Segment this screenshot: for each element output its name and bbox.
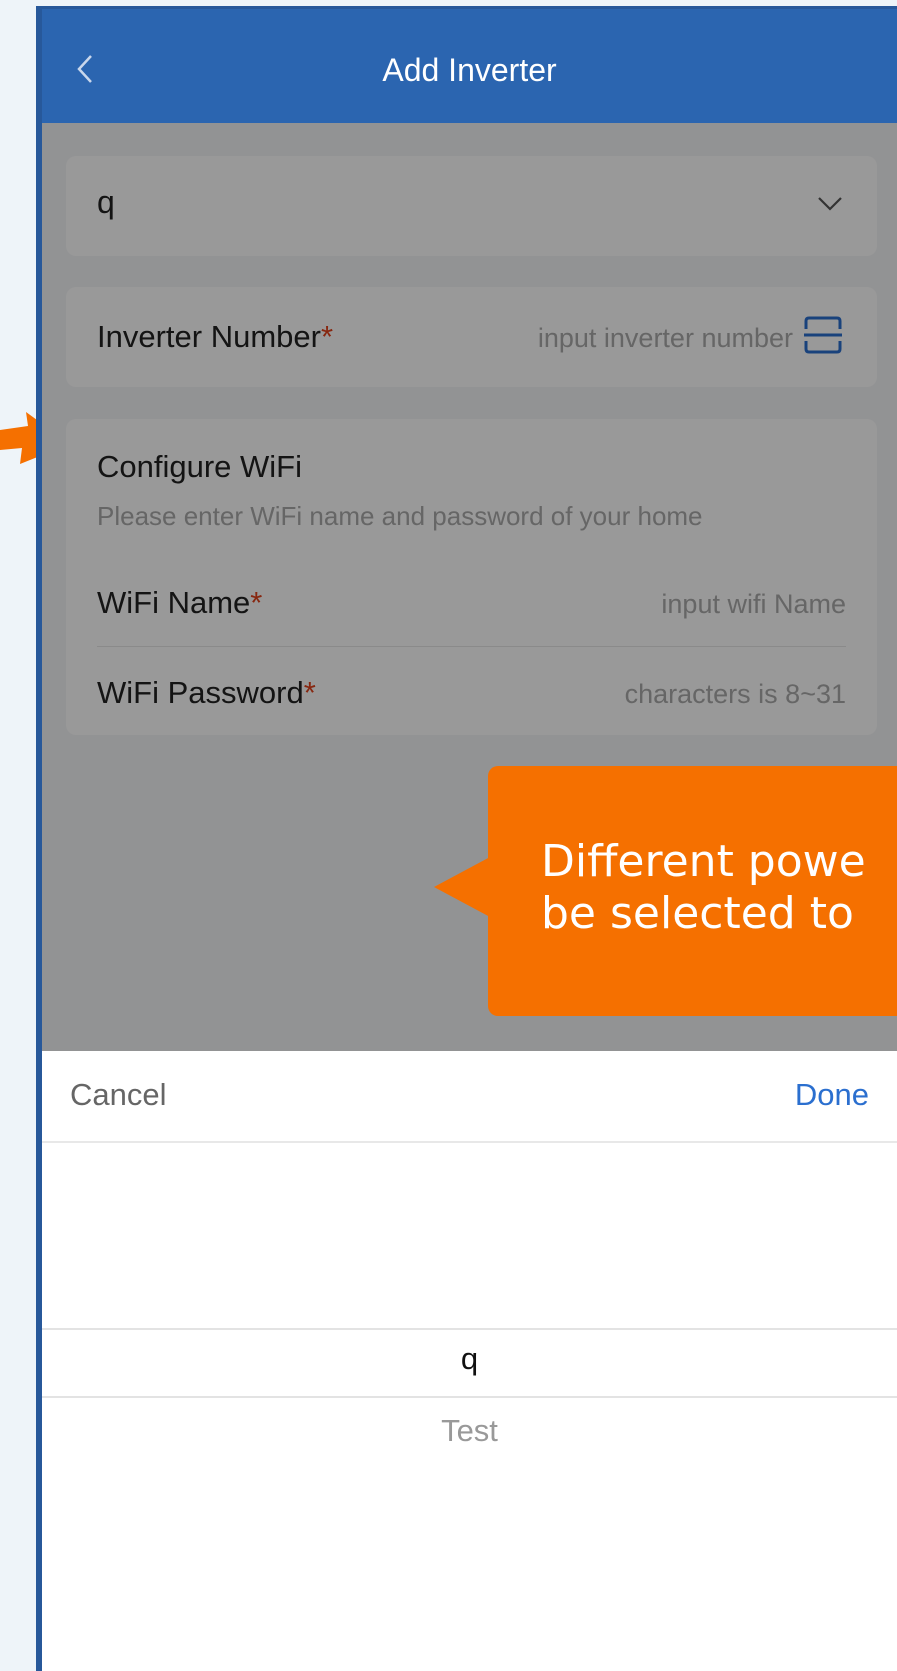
picker-option[interactable]: Test	[42, 1413, 897, 1449]
picker-option-selected[interactable]: q	[42, 1341, 897, 1377]
picker-sheet: Cancel Done q Test	[42, 1051, 897, 1671]
picker-selection-bottom	[42, 1396, 897, 1398]
callout-line-1: Different powe	[541, 836, 866, 887]
page-title: Add Inverter	[382, 52, 557, 88]
callout-text: Different powe be selected to	[541, 836, 897, 940]
callout-pointer	[434, 857, 490, 917]
callout-line-2: be selected to	[541, 888, 854, 939]
picker-toolbar: Cancel Done	[42, 1051, 897, 1143]
app-screen: Add Inverter q Inverter Number* input in…	[36, 6, 897, 1671]
navigation-bar: Add Inverter	[42, 9, 897, 123]
cancel-button[interactable]: Cancel	[70, 1077, 167, 1113]
callout-box: Different powe be selected to	[488, 766, 897, 1016]
done-button[interactable]: Done	[795, 1077, 869, 1113]
picker-selection-top	[42, 1328, 897, 1330]
